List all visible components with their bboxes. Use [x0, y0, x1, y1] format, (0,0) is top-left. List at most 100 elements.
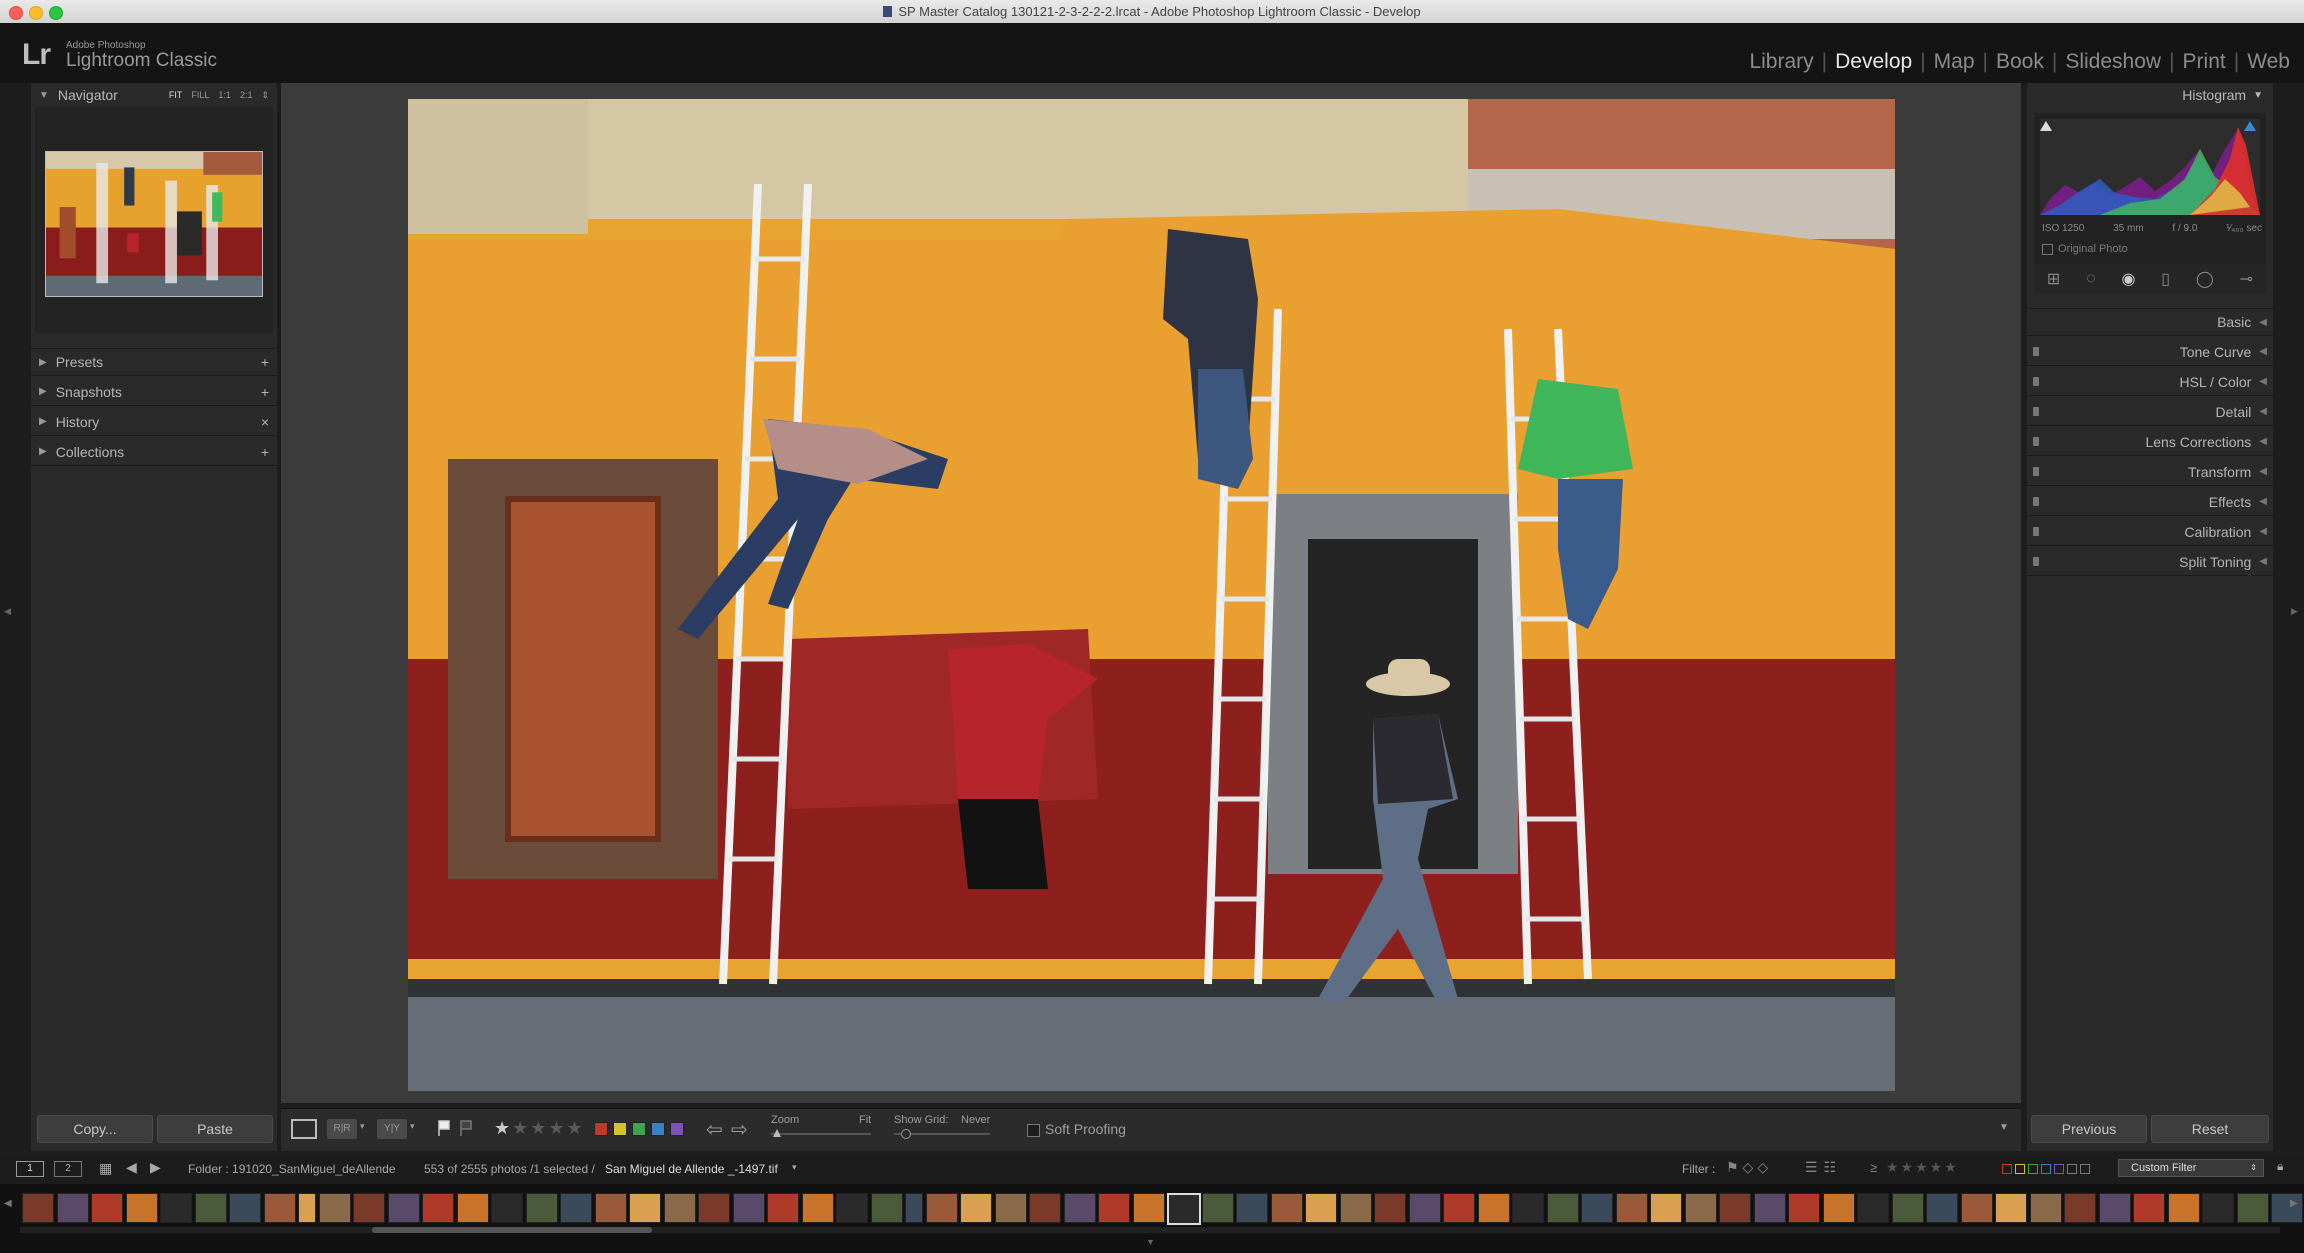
paste-settings-button[interactable]: Paste — [157, 1115, 273, 1143]
module-library[interactable]: Library — [1741, 50, 1821, 74]
edit-filter-icons[interactable]: ☰☷ — [1805, 1159, 1842, 1176]
radial-filter-icon[interactable]: ◯ — [2196, 269, 2214, 289]
crop-overlay-icon[interactable]: ⊞ — [2047, 269, 2060, 289]
copy-settings-button[interactable]: Copy... — [37, 1115, 153, 1143]
detail-section[interactable]: Detail ◀ — [2027, 398, 2273, 426]
filmstrip-thumbnail[interactable] — [732, 1193, 765, 1223]
zoom-fill-option[interactable]: FILL — [191, 90, 209, 101]
next-photo-arrow-icon[interactable]: ⇨ — [731, 1117, 748, 1142]
filmstrip-thumbnail[interactable] — [698, 1193, 730, 1223]
filmstrip-thumbnail[interactable] — [160, 1193, 192, 1223]
filmstrip-thumbnail[interactable] — [960, 1193, 992, 1223]
grid-size-slider-handle[interactable] — [901, 1129, 911, 1139]
module-web[interactable]: Web — [2239, 50, 2290, 74]
filmstrip-thumbnail[interactable] — [2098, 1193, 2131, 1223]
filmstrip-thumbnail[interactable] — [491, 1193, 523, 1223]
filmstrip-scroll-right-icon[interactable]: ▶ — [2290, 1198, 2298, 1209]
navigator-header[interactable]: ▼ Navigator FIT FILL 1:1 2:1 ⇕ — [31, 83, 277, 107]
filmstrip-thumbnail[interactable] — [229, 1193, 261, 1223]
filmstrip-thumbnail[interactable] — [1201, 1193, 1234, 1223]
color-filter-blue[interactable] — [2041, 1164, 2051, 1174]
color-label-purple[interactable] — [670, 1122, 684, 1136]
filmstrip-thumbnail[interactable] — [1650, 1193, 1682, 1223]
filmstrip-thumbnail[interactable] — [1891, 1193, 1924, 1223]
filmstrip-thumbnail[interactable] — [456, 1193, 489, 1223]
previous-button[interactable]: Previous — [2031, 1115, 2147, 1143]
module-print[interactable]: Print — [2175, 50, 2234, 74]
filmstrip-thumbnail[interactable] — [318, 1193, 351, 1223]
filename-dropdown-icon[interactable]: ▾ — [792, 1162, 797, 1173]
filmstrip-thumbnail[interactable] — [1236, 1193, 1268, 1223]
filmstrip-thumbnail[interactable] — [1305, 1193, 1337, 1223]
red-eye-icon[interactable]: ◉ — [2121, 269, 2135, 289]
tone-curve-section[interactable]: Tone Curve ◀ — [2027, 338, 2273, 366]
color-label-green[interactable] — [632, 1122, 646, 1136]
filmstrip-thumbnail[interactable] — [1512, 1193, 1544, 1223]
collapse-right-panel-arrow[interactable]: ▶ — [2291, 606, 2298, 617]
filmstrip-scroll-thumb[interactable] — [372, 1227, 652, 1233]
filmstrip-thumbnail[interactable] — [2167, 1193, 2200, 1223]
filmstrip-thumbnail[interactable] — [1546, 1193, 1579, 1223]
reset-button[interactable]: Reset — [2151, 1115, 2269, 1143]
filmstrip-thumbnail[interactable] — [2236, 1193, 2269, 1223]
rating-filter-operator[interactable]: ≥ — [1870, 1160, 1877, 1175]
panel-switch-icon[interactable] — [2033, 467, 2039, 476]
filmstrip-thumbnail[interactable] — [1719, 1193, 1751, 1223]
filmstrip-thumbnail[interactable] — [1926, 1193, 1958, 1223]
flag-filter-icons[interactable]: ⚑◇◇ — [1726, 1159, 1772, 1176]
zoom-2to1-option[interactable]: 2:1 — [240, 90, 253, 101]
folder-path[interactable]: Folder : 191020_SanMiguel_deAllende — [188, 1162, 396, 1176]
filmstrip-thumbnail[interactable] — [2202, 1193, 2234, 1223]
filmstrip-thumbnail[interactable] — [1063, 1193, 1096, 1223]
forward-arrow-icon[interactable]: ▶ — [150, 1159, 161, 1176]
module-slideshow[interactable]: Slideshow — [2057, 50, 2169, 74]
zoom-slider[interactable] — [771, 1133, 871, 1135]
presets-section[interactable]: ▶ Presets + — [31, 348, 277, 376]
color-filter-other[interactable] — [2067, 1164, 2077, 1174]
panel-switch-icon[interactable] — [2033, 497, 2039, 506]
filmstrip-thumbnail[interactable] — [91, 1193, 123, 1223]
flag-reject-icon[interactable] — [460, 1120, 472, 1136]
main-window-button[interactable]: 1 — [16, 1161, 44, 1177]
add-collection-icon[interactable]: + — [261, 444, 277, 460]
filmstrip-thumbnail[interactable] — [1270, 1193, 1303, 1223]
toolbar-options-dropdown-icon[interactable]: ▼ — [1999, 1122, 2009, 1133]
hsl-color-section[interactable]: HSL / Color ◀ — [2027, 368, 2273, 396]
effects-section[interactable]: Effects ◀ — [2027, 488, 2273, 516]
filmstrip-thumbnail[interactable] — [1167, 1193, 1201, 1225]
secondary-window-button[interactable]: 2 — [54, 1161, 82, 1177]
calibration-section[interactable]: Calibration ◀ — [2027, 518, 2273, 546]
snapshots-section[interactable]: ▶ Snapshots + — [31, 378, 277, 406]
filmstrip-thumbnail[interactable] — [801, 1193, 834, 1223]
spot-removal-icon[interactable]: ◌ — [2086, 270, 2096, 288]
filmstrip-thumbnail[interactable] — [629, 1193, 661, 1223]
collapse-left-panel-arrow[interactable]: ◀ — [4, 606, 11, 617]
navigator-view-box[interactable] — [45, 151, 263, 297]
adjustment-brush-icon[interactable]: ⊸ — [2240, 269, 2253, 289]
grid-view-icon[interactable]: ▦ — [99, 1160, 112, 1177]
filmstrip-thumbnail[interactable] — [994, 1193, 1027, 1223]
filmstrip-thumbnail[interactable] — [1684, 1193, 1717, 1223]
filmstrip-thumbnail[interactable] — [594, 1193, 627, 1223]
clear-history-icon[interactable]: × — [261, 414, 277, 430]
histogram-header[interactable]: Histogram ▼ — [2027, 83, 2273, 107]
view-dropdown-icon[interactable]: ▾ — [360, 1121, 365, 1132]
zoom-more-icon[interactable]: ⇕ — [261, 90, 269, 101]
loupe-view-icon[interactable] — [291, 1119, 317, 1139]
filmstrip-thumbnail[interactable] — [1408, 1193, 1441, 1223]
back-arrow-icon[interactable]: ◀ — [126, 1159, 137, 1176]
original-photo-toggle[interactable]: Original Photo — [2042, 243, 2128, 255]
original-photo-checkbox[interactable] — [2042, 243, 2053, 255]
add-preset-icon[interactable]: + — [261, 354, 277, 370]
panel-switch-icon[interactable] — [2033, 437, 2039, 446]
panel-switch-icon[interactable] — [2033, 527, 2039, 536]
module-develop[interactable]: Develop — [1827, 50, 1920, 74]
color-label-blue[interactable] — [651, 1122, 665, 1136]
filmstrip-thumbnail[interactable] — [1615, 1193, 1648, 1223]
filmstrip-thumbnail[interactable] — [1098, 1193, 1130, 1223]
swap-before-after-icon[interactable]: Y|Y — [377, 1119, 407, 1139]
zoom-fit-option[interactable]: FIT — [169, 90, 183, 101]
lens-corrections-section[interactable]: Lens Corrections ◀ — [2027, 428, 2273, 456]
show-grid-value[interactable]: Never — [961, 1114, 990, 1126]
filmstrip-thumbnail[interactable] — [22, 1193, 54, 1223]
